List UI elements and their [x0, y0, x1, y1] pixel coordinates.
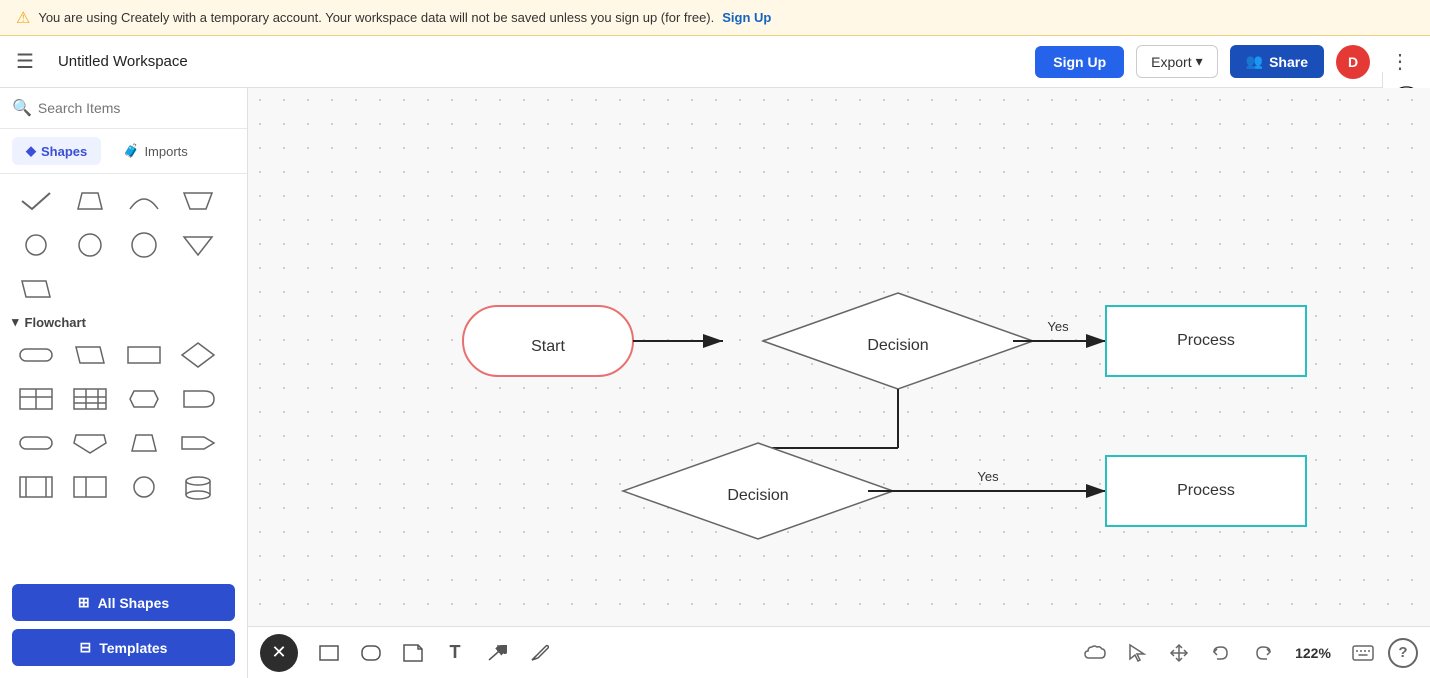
- help-button[interactable]: ?: [1388, 638, 1418, 668]
- imports-bag-icon: 🧳: [123, 143, 139, 159]
- tool-pen[interactable]: [520, 634, 558, 672]
- close-icon: ✕: [271, 642, 286, 663]
- yes2-label: Yes: [977, 469, 999, 484]
- text-icon: T: [450, 642, 461, 663]
- tool-text[interactable]: T: [436, 634, 474, 672]
- decision2-label: Decision: [727, 487, 788, 504]
- flowchart-row-3: [12, 424, 235, 462]
- tab-shapes[interactable]: ◆ Shapes: [12, 137, 101, 165]
- shape-grid: ▾ Flowchart: [0, 174, 247, 576]
- shape-parallelogram[interactable]: [12, 270, 60, 308]
- shape-circle-md[interactable]: [66, 226, 114, 264]
- menu-button[interactable]: ☰: [12, 45, 38, 78]
- redo-button[interactable]: [1246, 636, 1280, 670]
- yes1-label: Yes: [1047, 319, 1069, 334]
- process1-label: Process: [1177, 332, 1235, 349]
- workspace-title: Untitled Workspace: [50, 53, 1023, 70]
- banner: ⚠ You are using Creately with a temporar…: [0, 0, 1430, 36]
- flowchart-row-1: [12, 336, 235, 374]
- tool-arrow[interactable]: [478, 634, 516, 672]
- tool-rounded-rect[interactable]: [352, 634, 390, 672]
- canvas-area[interactable]: Start Decision Yes Process Decision Yes: [248, 88, 1430, 678]
- banner-text: You are using Creately with a temporary …: [38, 10, 714, 25]
- bottom-toolbar: ✕ T: [248, 626, 1430, 678]
- shape-checkmark[interactable]: [12, 182, 60, 220]
- signup-button[interactable]: Sign Up: [1035, 46, 1124, 78]
- shape-rectangle-fc[interactable]: [120, 336, 168, 374]
- sidebar-tabs: ◆ Shapes 🧳 Imports: [0, 129, 247, 174]
- shapes-diamond-icon: ◆: [26, 143, 36, 159]
- shape-cylinder[interactable]: [174, 468, 222, 506]
- shape-trapezoid-down[interactable]: [174, 182, 222, 220]
- shape-arrow-right[interactable]: [174, 424, 222, 462]
- close-button[interactable]: ✕: [260, 634, 298, 672]
- shape-display[interactable]: [120, 380, 168, 418]
- warning-icon: ⚠: [16, 8, 30, 28]
- topbar: ☰ Untitled Workspace Sign Up Export ▾ 👥 …: [0, 36, 1430, 88]
- main-layout: 🔍 ◆ Shapes 🧳 Imports: [0, 88, 1430, 678]
- shape-triangle-down[interactable]: [174, 226, 222, 264]
- templates-button[interactable]: ⊟ Templates: [12, 629, 235, 666]
- process2-label: Process: [1177, 482, 1235, 499]
- zoom-level: 122%: [1288, 645, 1338, 661]
- shape-delay[interactable]: [174, 380, 222, 418]
- share-label: Share: [1269, 54, 1308, 70]
- shape-trapezoid[interactable]: [120, 424, 168, 462]
- shape-circle-fc[interactable]: [120, 468, 168, 506]
- tab-imports[interactable]: 🧳 Imports: [109, 137, 202, 165]
- cloud-button[interactable]: [1078, 636, 1112, 670]
- all-shapes-icon: ⊞: [78, 594, 90, 611]
- sidebar-bottom: ⊞ All Shapes ⊟ Templates: [0, 576, 247, 678]
- shape-table-1[interactable]: [12, 380, 60, 418]
- shape-arc[interactable]: [120, 182, 168, 220]
- shape-circle-lg[interactable]: [120, 226, 168, 264]
- section-collapse-icon: ▾: [12, 314, 19, 330]
- search-icon: 🔍: [12, 98, 32, 118]
- banner-signup-link[interactable]: Sign Up: [722, 10, 771, 25]
- export-chevron-icon: ▾: [1196, 53, 1203, 70]
- share-button[interactable]: 👥 Share: [1230, 45, 1324, 78]
- avatar[interactable]: D: [1336, 45, 1370, 79]
- keyboard-shortcuts-button[interactable]: [1346, 636, 1380, 670]
- shape-row-1: [12, 182, 235, 220]
- share-icon: 👥: [1246, 53, 1263, 70]
- cursor-button[interactable]: [1120, 636, 1154, 670]
- flowchart-row-2: [12, 380, 235, 418]
- search-bar: 🔍: [0, 88, 247, 129]
- shape-rounded-rect-2[interactable]: [12, 424, 60, 462]
- shape-parallelogram-fc[interactable]: [66, 336, 114, 374]
- shape-pentagon[interactable]: [66, 424, 114, 462]
- undo-button[interactable]: [1204, 636, 1238, 670]
- tool-note[interactable]: [394, 634, 432, 672]
- shape-diamond-fc[interactable]: [174, 336, 222, 374]
- shape-rect-with-lines[interactable]: [12, 468, 60, 506]
- flowchart-row-4: [12, 468, 235, 506]
- shape-rect-cols[interactable]: [66, 468, 114, 506]
- bottom-right-tools: 122% ?: [1078, 636, 1418, 670]
- move-button[interactable]: [1162, 636, 1196, 670]
- decision1-label: Decision: [867, 337, 928, 354]
- search-input[interactable]: [38, 100, 235, 116]
- sidebar: 🔍 ◆ Shapes 🧳 Imports: [0, 88, 248, 678]
- export-label: Export: [1151, 54, 1191, 70]
- section-flowchart[interactable]: ▾ Flowchart: [12, 314, 235, 330]
- export-button[interactable]: Export ▾: [1136, 45, 1218, 78]
- tool-rectangle[interactable]: [310, 634, 348, 672]
- shape-row-3: [12, 270, 235, 308]
- shape-table-2[interactable]: [66, 380, 114, 418]
- templates-icon: ⊟: [80, 639, 92, 656]
- shape-rounded-rect[interactable]: [12, 336, 60, 374]
- shape-row-2: [12, 226, 235, 264]
- shape-trapezoid-up[interactable]: [66, 182, 114, 220]
- start-label: Start: [531, 338, 565, 355]
- diagram-svg: Start Decision Yes Process Decision Yes: [248, 88, 1430, 678]
- all-shapes-button[interactable]: ⊞ All Shapes: [12, 584, 235, 621]
- shape-circle-sm[interactable]: [12, 226, 60, 264]
